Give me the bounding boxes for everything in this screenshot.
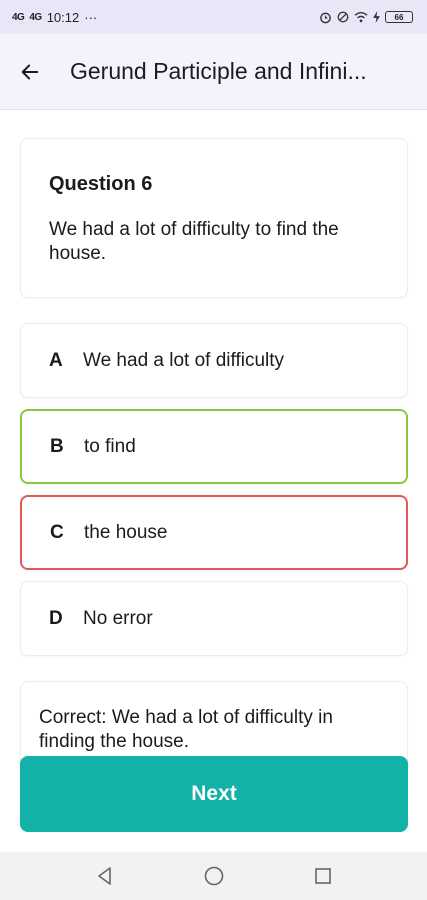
back-button[interactable] — [0, 34, 60, 110]
option-text: the house — [84, 521, 168, 543]
status-bar: 4G 4G 10:12 ··· 66 — [0, 0, 427, 34]
charging-icon — [373, 11, 380, 23]
page-title: Gerund Participle and Infini... — [70, 58, 367, 84]
status-time: 10:12 — [46, 9, 80, 25]
alarm-icon — [320, 12, 331, 23]
triangle-back-icon — [97, 867, 111, 885]
option-a[interactable]: A We had a lot of difficulty — [20, 323, 408, 398]
option-text: We had a lot of difficulty — [83, 349, 285, 371]
cell-signal-icon-2: 4G — [29, 11, 42, 23]
status-left: 4G 4G 10:12 ··· — [12, 10, 97, 25]
notification-dots: ··· — [84, 9, 98, 25]
nav-back-button[interactable] — [85, 856, 125, 896]
nav-home-button[interactable] — [194, 856, 234, 896]
option-b[interactable]: B to find — [20, 409, 408, 484]
option-letter: A — [49, 349, 63, 371]
square-recents-icon — [314, 868, 331, 884]
question-title: Question 6 — [49, 173, 153, 195]
cell-signal-icon-1: 4G — [12, 11, 25, 23]
explanation-text: Correct: We had a lot of difficulty in f… — [39, 707, 333, 752]
next-button[interactable]: Next — [20, 756, 408, 832]
circle-home-icon — [204, 866, 223, 886]
system-nav-bar — [0, 852, 427, 900]
question-text: We had a lot of difficulty to find the h… — [49, 219, 339, 264]
nav-recents-button[interactable] — [303, 856, 343, 896]
option-d[interactable]: D No error — [20, 581, 408, 656]
battery-icon: 66 — [385, 11, 413, 23]
option-letter: C — [50, 521, 64, 543]
option-letter: D — [49, 607, 63, 629]
dnd-icon — [337, 11, 349, 23]
option-letter: B — [50, 435, 64, 457]
question-card: Question 6 We had a lot of difficulty to… — [20, 138, 408, 298]
option-text: to find — [84, 435, 136, 457]
option-c[interactable]: C the house — [20, 495, 408, 570]
wifi-icon — [354, 12, 368, 23]
arrow-back-icon — [21, 64, 39, 79]
app-bar: Gerund Participle and Infini... — [0, 34, 427, 110]
status-right: 66 — [319, 11, 413, 24]
option-text: No error — [83, 607, 153, 629]
